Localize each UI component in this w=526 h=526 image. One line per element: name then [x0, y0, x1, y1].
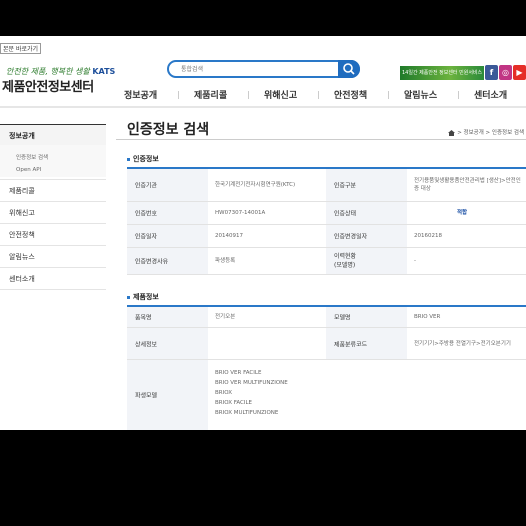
cert-number-label: 인증번호 — [127, 202, 208, 224]
cert-section-title: 인증정보 — [127, 154, 159, 164]
side-nav-title[interactable]: 정보공개 — [0, 124, 106, 145]
main-nav: 정보공개 제품리콜 위해신고 안전정책 알림뉴스 센터소개 — [0, 84, 526, 104]
side-nav-divider — [0, 179, 106, 180]
product-derived-label: 파생모델 — [127, 360, 208, 430]
cert-status-value: 적합 — [407, 202, 526, 224]
cert-date-value: 20140917 — [215, 233, 243, 239]
side-nav-divider — [0, 267, 106, 268]
side-nav-submenu: 인증정보 검색 Open API — [0, 145, 106, 177]
nav-divider — [248, 91, 249, 99]
youtube-icon[interactable]: ▶ — [513, 65, 526, 80]
product-derived-list: BRIO VER FACILE BRIO VER MULTIFUNZIONE B… — [208, 360, 526, 430]
instagram-icon[interactable]: ◎ — [499, 65, 512, 80]
product-table: 품목명 전기오븐 모델명 BRIO VER 상세정보 제품분류코드 전기기기>주… — [127, 305, 526, 430]
side-nav-sub-open-api[interactable]: Open API — [16, 167, 41, 173]
side-nav-item-policy[interactable]: 안전정책 — [9, 230, 35, 240]
cert-status-label: 인증상태 — [326, 202, 407, 224]
cert-type-value: 전기용품및생활용품안전관리법 [생산]>안전인증 대상 — [414, 178, 521, 192]
nav-underline — [0, 106, 526, 108]
product-detail-label: 상세정보 — [127, 328, 208, 359]
list-item: BRIO VER MULTIFUNZIONE — [215, 380, 288, 386]
list-item: BRIOX MULTIFUNZIONE — [215, 410, 279, 416]
nav-divider — [318, 91, 319, 99]
product-name-value: 전기오븐 — [215, 314, 236, 320]
cert-number-value: HW07307-14001A — [215, 210, 266, 216]
product-class-value: 전기기기>주방용 전열기구>전기오븐기기 — [414, 340, 511, 347]
side-nav-item-hazard[interactable]: 위해신고 — [9, 208, 35, 218]
status-badge: 적합 — [457, 210, 468, 216]
cert-history-value: - — [414, 258, 416, 264]
product-name-label: 품목명 — [127, 307, 208, 327]
product-section-title: 제품정보 — [127, 292, 159, 302]
table-row: 품목명 전기오븐 모델명 BRIO VER — [127, 307, 526, 328]
breadcrumb: > 정보공개 > 인증정보 검색 — [448, 128, 524, 136]
home-icon[interactable] — [448, 129, 456, 136]
side-nav-divider — [0, 223, 106, 224]
cert-agency-value: 한국기계전기전자시험연구원(KTC) — [215, 182, 296, 188]
side-nav-divider — [0, 201, 106, 202]
table-row: 인증기관 한국기계전기전자시험연구원(KTC) 인증구분 전기용품및생활용품안전… — [127, 169, 526, 202]
product-detail-value — [208, 328, 326, 359]
search-button[interactable] — [338, 60, 360, 78]
nav-hazard-report[interactable]: 위해신고 — [264, 88, 297, 101]
title-divider — [116, 139, 526, 140]
nav-info-disclosure[interactable]: 정보공개 — [124, 88, 157, 101]
list-item: BRIOX — [215, 390, 232, 396]
cert-type-label: 인증구분 — [326, 169, 407, 201]
nav-divider — [458, 91, 459, 99]
cert-reason-label: 인증변경사유 — [127, 248, 208, 274]
product-model-label: 모델명 — [326, 307, 407, 327]
cert-table: 인증기관 한국기계전기전자시험연구원(KTC) 인증구분 전기용품및생활용품안전… — [127, 167, 526, 303]
side-nav-divider — [0, 245, 106, 246]
cert-history-label: 이력현황 (모델명) — [326, 248, 407, 274]
cert-change-date-label: 인증변경일자 — [326, 225, 407, 247]
product-model-value: BRIO VER — [414, 314, 441, 320]
table-row: 인증번호 HW07307-14001A 인증상태 적합 — [127, 202, 526, 225]
nav-divider — [388, 91, 389, 99]
table-row: 인증변경사유 파생등록 이력현황 (모델명) - — [127, 248, 526, 275]
nav-recall[interactable]: 제품리콜 — [194, 88, 227, 101]
nav-safety-policy[interactable]: 안전정책 — [334, 88, 367, 101]
nav-divider — [178, 91, 179, 99]
facebook-icon[interactable]: f — [485, 65, 498, 80]
nav-news[interactable]: 알림뉴스 — [404, 88, 437, 101]
page-title: 인증정보 검색 — [127, 122, 210, 138]
search-box — [167, 60, 360, 78]
table-row: 파생모델 BRIO VER FACILE BRIO VER MULTIFUNZI… — [127, 360, 526, 430]
search-icon — [343, 63, 355, 75]
side-nav-divider — [0, 289, 106, 290]
nav-about[interactable]: 센터소개 — [474, 88, 507, 101]
side-nav-item-about[interactable]: 센터소개 — [9, 274, 35, 284]
cert-agency-label: 인증기관 — [127, 169, 208, 201]
promo-banner[interactable]: 14일간 제품안전 정보센터 민원서비스 — [400, 66, 484, 80]
side-nav-item-news[interactable]: 알림뉴스 — [9, 252, 35, 262]
search-input[interactable] — [179, 65, 333, 74]
cert-reason-value: 파생등록 — [215, 258, 236, 264]
side-nav-item-recall[interactable]: 제품리콜 — [9, 186, 35, 196]
list-item: BRIO VER FACILE — [215, 370, 262, 376]
list-item: BRIOX FACILE — [215, 400, 253, 406]
page: 본문 바로가기 안전한 제품, 행복한 생활 KATS 제품안전정보센터 14일… — [0, 36, 526, 430]
product-class-label: 제품분류코드 — [326, 328, 407, 359]
cert-date-label: 인증일자 — [127, 225, 208, 247]
skip-to-content-link[interactable]: 본문 바로가기 — [0, 43, 42, 54]
cert-change-date-value: 20160218 — [414, 233, 442, 239]
table-row: 상세정보 제품분류코드 전기기기>주방용 전열기구>전기오븐기기 — [127, 328, 526, 360]
table-row: 인증일자 20140917 인증변경일자 20160218 — [127, 225, 526, 248]
side-nav-sub-cert-search[interactable]: 인증정보 검색 — [16, 153, 48, 161]
